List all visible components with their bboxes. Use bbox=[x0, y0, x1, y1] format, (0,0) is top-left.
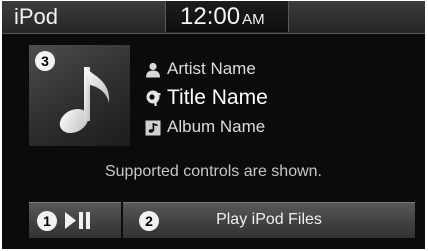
clock-ampm: AM bbox=[242, 11, 265, 28]
title-name: Title Name bbox=[167, 86, 268, 109]
play-ipod-files-label: Play iPod Files bbox=[216, 211, 322, 228]
artist-icon bbox=[146, 62, 160, 78]
artist-name: Artist Name bbox=[167, 59, 256, 78]
play-ipod-files-button[interactable]: 2 Play iPod Files bbox=[123, 202, 415, 238]
clock-box: 12:00 AM bbox=[165, 1, 289, 32]
title-icon bbox=[146, 90, 161, 106]
supported-controls-message: Supported controls are shown. bbox=[104, 163, 322, 180]
play-pause-icon bbox=[65, 212, 90, 229]
status-bar: iPod 12:00 AM bbox=[2, 1, 425, 34]
album-icon bbox=[145, 120, 161, 136]
app-title: iPod bbox=[14, 4, 59, 29]
ipod-screen: iPod 12:00 AM 3 Artist Name Title Name A… bbox=[2, 1, 425, 249]
album-art: 3 bbox=[29, 45, 130, 146]
clock-time: 12:00 bbox=[180, 3, 241, 30]
play-pause-button[interactable]: 1 bbox=[29, 202, 121, 238]
callout-1: 1 bbox=[37, 211, 57, 231]
album-name: Album Name bbox=[167, 117, 266, 136]
clock: 12:00 AM bbox=[180, 3, 265, 31]
callout-3: 3 bbox=[35, 51, 55, 71]
